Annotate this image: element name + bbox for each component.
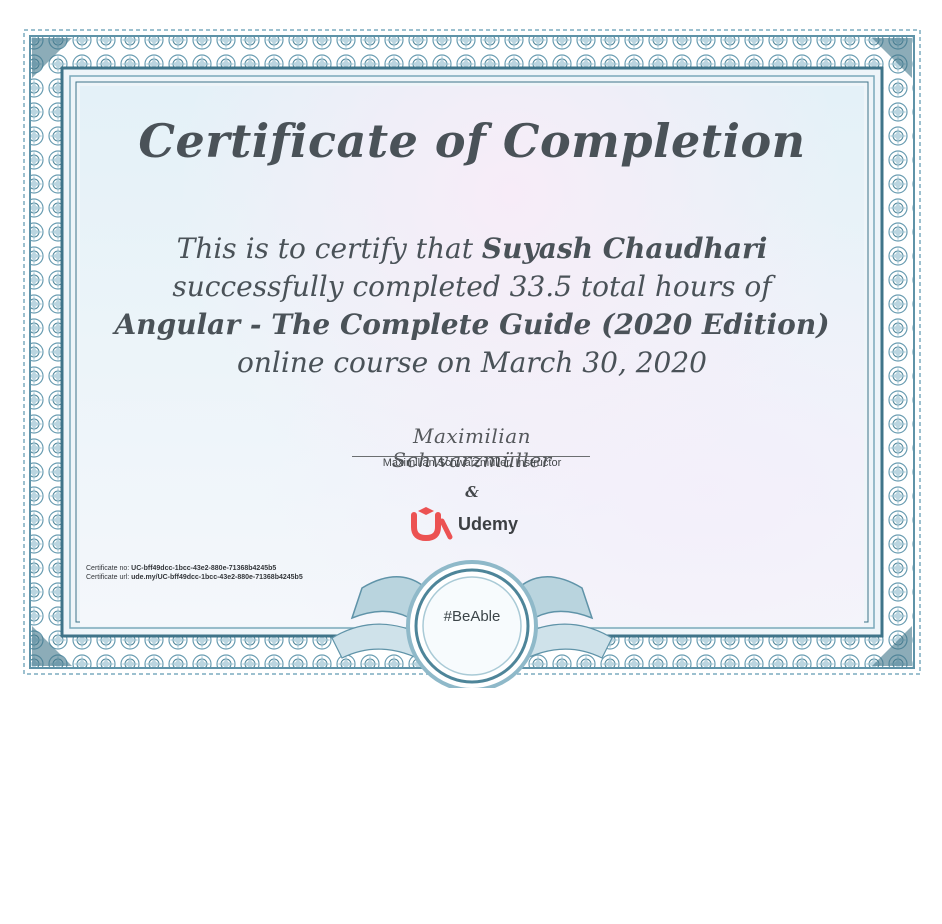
course-name: Angular - The Complete Guide (2020 Editi…	[114, 308, 830, 341]
certify-line: This is to certify that Suyash Chaudhari	[22, 230, 922, 268]
certificate-meta: Certificate no: UC-bff49dcc-1bcc-43e2-88…	[86, 564, 303, 582]
seal-hashtag: #BeAble	[443, 608, 501, 625]
hours-line: successfully completed 33.5 total hours …	[172, 270, 772, 303]
certificate-url: Certificate url: ude.my/UC-bff49dcc-1bcc…	[86, 573, 303, 582]
cert-url-value: ude.my/UC-bff49dcc-1bcc-43e2-880e-71368b…	[131, 574, 303, 581]
signature-caption: Maximilian Schwarzmüller, Instructor	[382, 457, 562, 469]
certificate-number: Certificate no: UC-bff49dcc-1bcc-43e2-88…	[86, 564, 303, 573]
certify-prefix: This is to certify that	[176, 232, 482, 265]
recipient-name: Suyash Chaudhari	[481, 232, 768, 265]
udemy-wordmark: Udemy	[458, 513, 519, 534]
cert-url-label: Certificate url:	[86, 574, 132, 581]
certificate-title: Certificate of Completion	[138, 114, 806, 168]
course-line: Angular - The Complete Guide (2020 Editi…	[22, 306, 922, 344]
certificate-body: This is to certify that Suyash Chaudhari…	[22, 230, 922, 382]
cert-no-value: UC-bff49dcc-1bcc-43e2-880e-71368b4245b5	[131, 565, 277, 572]
cert-no-label: Certificate no:	[86, 565, 132, 572]
udemy-u-icon	[411, 507, 453, 541]
certificate: Certificate of Completion This is to cer…	[22, 28, 922, 688]
ampersand: &	[465, 483, 479, 501]
udemy-logo: Udemy	[410, 506, 530, 542]
date-line: online course on March 30, 2020	[237, 346, 707, 379]
